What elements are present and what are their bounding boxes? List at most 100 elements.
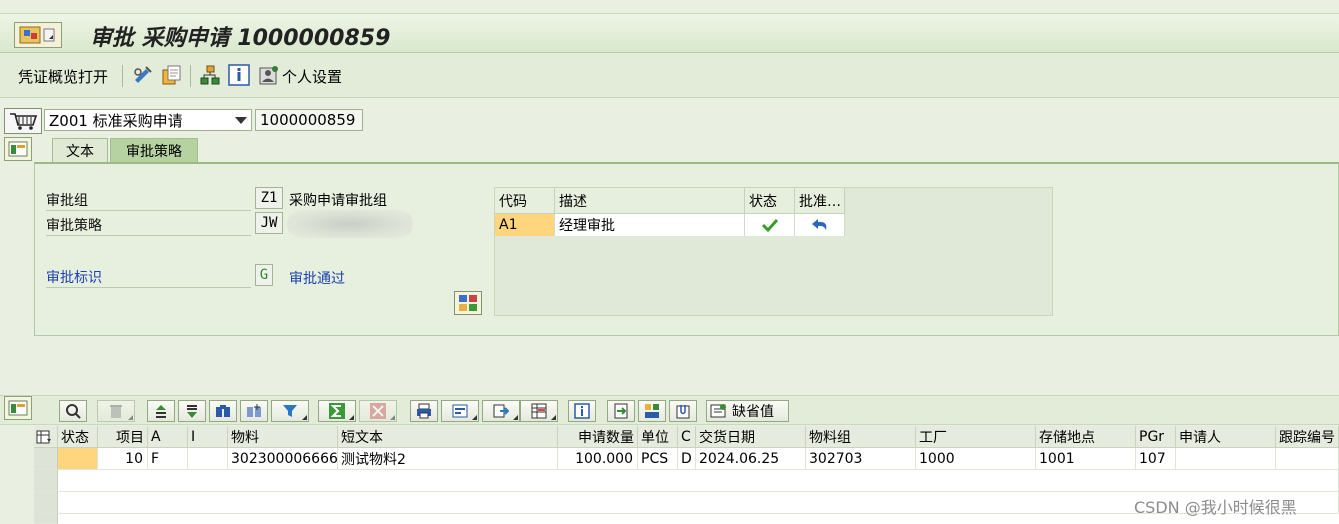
attachment-icon[interactable] <box>669 400 697 422</box>
sort-ascending-icon[interactable] <box>147 400 175 422</box>
approval-strategy-code[interactable]: JW <box>255 212 283 234</box>
watermark: CSDN @我小时候很黑 <box>1134 498 1297 517</box>
detail-icon[interactable] <box>59 400 87 422</box>
display-change-icon[interactable] <box>132 64 154 86</box>
grid-toolbar: 缺省值 <box>0 395 1339 425</box>
voucher-overview-button[interactable]: 凭证概览打开 <box>18 66 108 87</box>
cell-short-text[interactable]: 测试物料2 <box>338 448 558 470</box>
approval-indicator-label: 审批标识 <box>46 266 251 288</box>
expand-collapse-icon[interactable] <box>4 137 32 161</box>
empty-row <box>58 470 1339 492</box>
row-code[interactable]: A1 <box>495 214 555 236</box>
approval-indicator-code[interactable]: G <box>255 264 273 286</box>
sum-icon[interactable] <box>318 400 356 422</box>
default-value-icon <box>710 404 726 418</box>
row-selector[interactable] <box>34 492 58 514</box>
page-title: 审批 采购申请 1000000859 <box>90 26 391 51</box>
find-next-icon[interactable] <box>240 400 268 422</box>
row-selector[interactable] <box>34 448 58 470</box>
other-document-icon[interactable] <box>160 64 182 86</box>
col-a[interactable]: A <box>148 426 188 448</box>
col-item[interactable]: 项目 <box>98 426 148 448</box>
row-selector[interactable] <box>34 470 58 492</box>
approval-group-desc: 采购申请审批组 <box>289 193 387 209</box>
cell-a[interactable]: F <box>148 448 188 470</box>
cell-quantity[interactable]: 100.000 <box>558 448 638 470</box>
row-selector[interactable] <box>34 514 58 524</box>
cell-plant[interactable]: 1000 <box>916 448 1036 470</box>
cell-c[interactable]: D <box>678 448 696 470</box>
subtotal-icon[interactable] <box>359 400 397 422</box>
default-value-label: 缺省值 <box>732 404 774 420</box>
cell-status[interactable] <box>58 448 98 470</box>
info-icon[interactable] <box>568 400 596 422</box>
col-storage-location[interactable]: 存储地点 <box>1036 426 1136 448</box>
filter-icon[interactable] <box>271 400 309 422</box>
cell-delivery-date[interactable]: 2024.06.25 <box>696 448 806 470</box>
strategy-table: 代码 描述 状态 批准… A1 经理审批 <box>494 187 1053 316</box>
export-icon[interactable] <box>482 400 520 422</box>
application-toolbar: 凭证概览打开 个人设置 <box>0 54 1339 98</box>
col-short-text[interactable]: 短文本 <box>338 426 558 448</box>
cell-purchasing-group[interactable]: 107 <box>1136 448 1176 470</box>
menu-toggle-icon[interactable] <box>14 22 62 48</box>
redacted-blur <box>287 210 413 238</box>
col-quantity[interactable]: 申请数量 <box>558 426 638 448</box>
cell-storage-location[interactable]: 1001 <box>1036 448 1136 470</box>
col-status[interactable]: 状态 <box>58 426 98 448</box>
col-code[interactable]: 代码 <box>495 188 555 214</box>
document-type-value: Z001 标准采购申请 <box>49 111 183 130</box>
toolbar-separator <box>122 65 123 87</box>
col-material[interactable]: 物料 <box>228 426 338 448</box>
personal-settings-button[interactable]: 个人设置 <box>282 66 342 87</box>
shopping-cart-icon[interactable] <box>4 108 42 134</box>
cell-requester[interactable] <box>1176 448 1276 470</box>
chevron-down-icon <box>235 117 247 124</box>
expand-collapse-icon[interactable] <box>4 396 32 420</box>
layout-settings-icon[interactable] <box>34 426 58 448</box>
cell-unit[interactable]: PCS <box>638 448 678 470</box>
sort-descending-icon[interactable] <box>178 400 206 422</box>
tab-text[interactable]: 文本 <box>52 138 108 162</box>
col-unit[interactable]: 单位 <box>638 426 678 448</box>
overview-graphic-icon[interactable] <box>454 291 482 315</box>
approval-indicator-desc: 审批通过 <box>289 271 345 287</box>
cell-item[interactable]: 10 <box>98 448 148 470</box>
col-description[interactable]: 描述 <box>555 188 745 214</box>
document-number-field[interactable]: 1000000859 <box>255 109 363 131</box>
delete-icon[interactable] <box>97 400 135 422</box>
approval-group-code[interactable]: Z1 <box>255 187 283 209</box>
col-material-group[interactable]: 物料组 <box>806 426 916 448</box>
tab-approval-strategy[interactable]: 审批策略 <box>110 138 198 162</box>
hierarchy-icon[interactable] <box>199 64 221 86</box>
cell-tracking-number[interactable] <box>1276 448 1339 470</box>
personal-settings-icon[interactable] <box>258 64 280 86</box>
row-description: 经理审批 <box>555 214 745 236</box>
col-i[interactable]: I <box>188 426 228 448</box>
cell-material-group[interactable]: 302703 <box>806 448 916 470</box>
approval-strategy-label: 审批策略 <box>46 214 251 236</box>
default-value-button[interactable]: 缺省值 <box>706 400 789 422</box>
col-c[interactable]: C <box>678 426 696 448</box>
view-icon[interactable] <box>441 400 479 422</box>
cell-i[interactable] <box>188 448 228 470</box>
col-status[interactable]: 状态 <box>745 188 795 214</box>
title-bar: 审批 采购申请 1000000859 <box>0 13 1339 53</box>
col-requester[interactable]: 申请人 <box>1176 426 1276 448</box>
print-icon[interactable] <box>410 400 438 422</box>
col-plant[interactable]: 工厂 <box>916 426 1036 448</box>
document-icon[interactable] <box>607 400 635 422</box>
col-approve[interactable]: 批准… <box>795 188 845 214</box>
toolbar-separator <box>190 65 191 87</box>
col-tracking-number[interactable]: 跟踪编号 <box>1276 426 1339 448</box>
col-purchasing-group[interactable]: PGr <box>1136 426 1176 448</box>
status-check-icon <box>745 214 795 236</box>
document-type-dropdown[interactable]: Z001 标准采购申请 <box>44 109 252 131</box>
cell-material[interactable]: 302300006666 <box>228 448 338 470</box>
info-icon[interactable] <box>228 64 250 86</box>
col-delivery-date[interactable]: 交货日期 <box>696 426 806 448</box>
layout-icon[interactable] <box>520 400 558 422</box>
services-icon[interactable] <box>638 400 666 422</box>
find-icon[interactable] <box>209 400 237 422</box>
undo-release-icon[interactable] <box>795 214 845 236</box>
